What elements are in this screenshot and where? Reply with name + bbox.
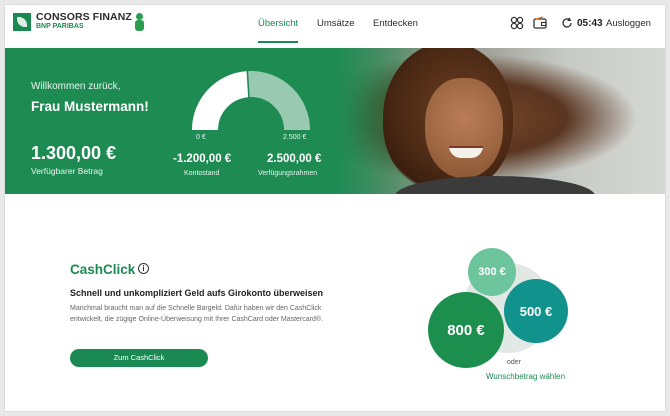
credit-gauge [192,70,310,131]
amount-800-bubble[interactable]: 800 € [428,292,504,368]
available-amount: 1.300,00 € [31,143,117,163]
cashclick-button[interactable]: Zum CashClick [70,349,208,367]
refresh-icon[interactable] [561,17,573,29]
cashclick-subtitle: Schnell und unkompliziert Geld aufs Giro… [70,288,324,298]
app-frame: CONSORS FINANZ BNP PARIBAS Übersicht Ums… [4,4,666,412]
gauge-max-label: 2.500 € [283,134,307,141]
apps-icon[interactable] [510,16,524,30]
available-label: Verfügbarer Betrag [31,166,103,176]
kontostand-value: -1.200,00 € [173,153,232,165]
nav-umsatze[interactable]: Umsätze [317,18,354,29]
amount-500-bubble[interactable]: 500 € [504,279,568,343]
verfuegungsrahmen-label: Verfügungsrahmen [258,170,318,177]
session-timer: 05:43 [561,17,603,29]
cashclick-description: Manchmal braucht man auf die Schnelle Ba… [70,305,323,323]
cashclick-title: CashClick [70,262,136,277]
verfuegungsrahmen-value: 2.500,00 € [267,153,322,165]
logo-mark-icon [13,13,31,31]
info-icon[interactable]: i [138,263,149,274]
customer-name: Frau Mustermann! [31,99,149,114]
logo-main-text: CONSORS FINANZ [36,11,132,23]
consors-finanz-logo[interactable]: CONSORS FINANZ BNP PARIBAS [13,11,144,31]
mascot-icon [134,13,144,31]
logout-link[interactable]: Ausloggen [606,18,651,29]
or-text: oder [507,359,522,366]
header: CONSORS FINANZ BNP PARIBAS Übersicht Ums… [5,5,665,45]
custom-amount-link[interactable]: Wunschbetrag wählen [486,372,565,381]
welcome-text: Willkommen zurück, [31,81,121,92]
logo-sub-text: BNP PARIBAS [36,23,84,30]
amount-300-bubble[interactable]: 300 € [468,248,516,296]
gauge-min-label: 0 € [196,134,206,141]
timer-value: 05:43 [577,17,603,29]
kontostand-label: Kontostand [184,170,220,177]
hero-banner: Willkommen zurück, Frau Mustermann! 1.30… [5,48,665,194]
nav-ubersicht[interactable]: Übersicht [258,18,299,43]
nav-entdecken[interactable]: Entdecken [373,18,418,29]
wallet-icon[interactable] [533,16,547,30]
